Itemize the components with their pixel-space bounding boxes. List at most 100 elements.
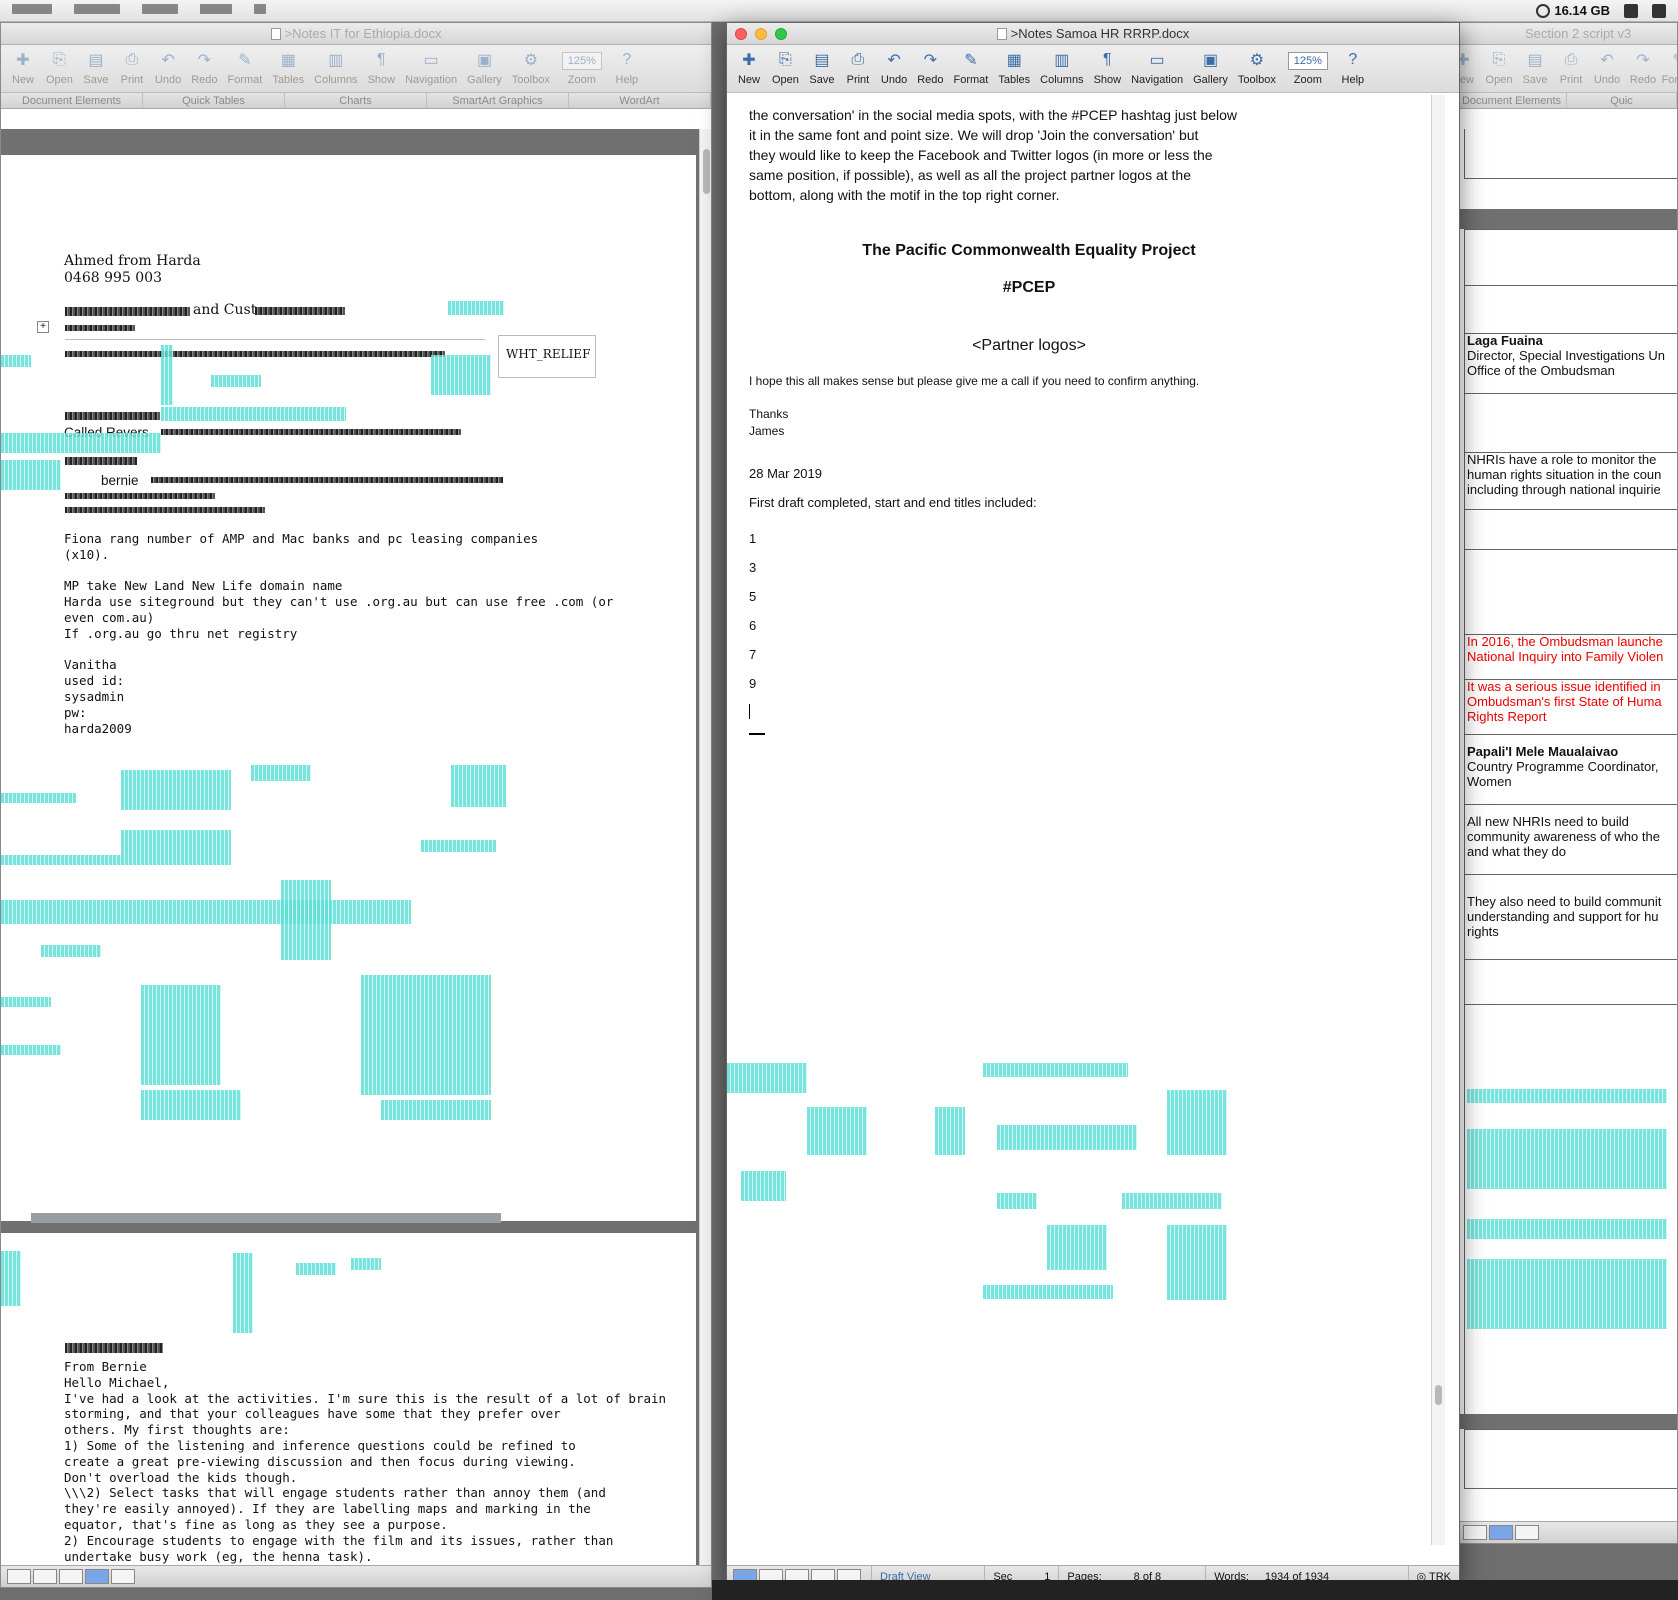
table-cell[interactable]: All new NHRIs need to build community awa… — [1467, 814, 1677, 859]
glitch-block — [1047, 1225, 1107, 1270]
toolbar-new-button[interactable]: ✚ New — [10, 49, 36, 86]
format-icon: ✎ — [238, 52, 252, 69]
toolbar-show-button[interactable]: ¶ Show — [368, 49, 396, 86]
toolbar-help-button[interactable]: ? Help — [1340, 49, 1366, 86]
ribbon-tab[interactable]: Charts — [285, 93, 427, 108]
ribbon-tab[interactable]: Document Elements — [1, 93, 143, 108]
toolbar-toolbox-button[interactable]: ⚙ Toolbox — [1238, 49, 1276, 86]
toolbar-help-button[interactable]: ? Help — [614, 49, 640, 86]
menu-item-blurred[interactable] — [254, 4, 266, 14]
zoom-select[interactable]: 125% — [561, 52, 602, 70]
table-cell[interactable]: It was a serious issue identified in Ombu… — [1467, 679, 1677, 724]
draft-view-icon[interactable] — [7, 1569, 31, 1584]
toolbar-gallery-button[interactable]: ▣ Gallery — [1193, 49, 1228, 86]
right-window-ribbon: Document Elements Quic — [1457, 93, 1677, 109]
toolbar-redo-button[interactable]: ↷ Redo — [917, 49, 943, 86]
right-page-top — [1457, 129, 1677, 209]
ribbon-tab[interactable]: Quic — [1567, 93, 1677, 108]
zoom-button[interactable] — [775, 28, 787, 40]
middle-window-titlebar[interactable]: >Notes Samoa HR RRRP.docx — [727, 23, 1459, 45]
glitch-block — [141, 1090, 241, 1120]
toolbar-undo-button[interactable]: ↶ Undo — [1594, 49, 1620, 86]
toolbar-redo-button[interactable]: ↷ Redo — [191, 49, 217, 86]
middle-window-toolbar: ✚ New ⎘ Open ▤ Save ⎙ Print ↶ Undo ↷ Redo ✎ Format ▦ Ta… — [727, 45, 1459, 93]
print-icon: ⎙ — [125, 51, 139, 68]
middle-document-body[interactable]: the conversation' in the social media sp… — [727, 95, 1445, 1545]
menu-item-blurred[interactable] — [142, 4, 178, 14]
left-scrollbar[interactable] — [699, 129, 711, 1567]
toolbar-new-button[interactable]: ✚ New — [736, 49, 762, 86]
status-icon[interactable] — [1624, 3, 1638, 18]
right-window-titlebar[interactable]: Section 2 script v3 — [1457, 23, 1677, 45]
storage-readout: 16.14 GB — [1554, 3, 1610, 18]
toolbar-toolbox-button[interactable]: ⚙ Toolbox — [512, 49, 550, 86]
menu-item-blurred[interactable] — [12, 4, 52, 14]
toolbar-label: Redo — [1629, 74, 1657, 86]
toolbar-zoom-button[interactable]: 125% Zoom — [560, 49, 604, 86]
toolbar-navigation-button[interactable]: ▭ Navigation — [1131, 49, 1183, 86]
toolbar-save-button[interactable]: ▤ Save — [83, 49, 109, 86]
publishing-view-icon[interactable] — [1515, 1525, 1539, 1540]
toolbar-open-button[interactable]: ⎘ Open — [46, 49, 73, 86]
toolbar-navigation-button[interactable]: ▭ Navigation — [405, 49, 457, 86]
toolbar-redo-button[interactable]: ↷ Redo — [1630, 49, 1656, 86]
left-canvas: Ahmed from Harda 0468 995 003 and Cust +… — [1, 129, 711, 1587]
table-cell[interactable]: Laga Fuaina Director, Special Investigati… — [1467, 333, 1677, 378]
toolbar-save-button[interactable]: ▤ Save — [1522, 49, 1548, 86]
toolbar-print-button[interactable]: ⎙ Print — [119, 49, 145, 86]
table-cell[interactable]: They also need to build communit understa… — [1467, 894, 1677, 939]
menu-item-blurred[interactable] — [200, 4, 232, 14]
table-handle-icon[interactable]: + — [37, 321, 49, 333]
middle-scroll-thumb[interactable] — [1435, 1385, 1442, 1405]
disk-icon[interactable] — [1536, 3, 1551, 18]
table-cell[interactable]: Papali'I Mele Maualaivao Country Programm… — [1467, 744, 1677, 789]
close-button[interactable] — [735, 28, 747, 40]
table-cell[interactable]: In 2016, the Ombudsman launche National I… — [1467, 634, 1677, 664]
open-icon: ⎘ — [779, 51, 792, 68]
middle-scrollbar[interactable] — [1431, 95, 1445, 1545]
toolbar-save-button[interactable]: ▤ Save — [809, 49, 835, 86]
toolbar-gallery-button[interactable]: ▣ Gallery — [467, 49, 502, 86]
toolbar-print-button[interactable]: ⎙ Print — [845, 49, 871, 86]
toolbar-format-button[interactable]: ✎ Format — [228, 49, 263, 86]
toolbar-zoom-button[interactable]: 125% Zoom — [1286, 49, 1330, 86]
outline-view-icon[interactable] — [33, 1569, 57, 1584]
toolbar-columns-button[interactable]: ▥ Columns — [314, 49, 357, 86]
minimize-button[interactable] — [755, 28, 767, 40]
scene-number: 6 — [749, 618, 757, 633]
outline-view-icon[interactable] — [1489, 1525, 1513, 1540]
right-view-switcher[interactable] — [1463, 1525, 1539, 1540]
toolbar-label: New — [11, 74, 34, 86]
toolbar-undo-button[interactable]: ↶ Undo — [155, 49, 181, 86]
toolbar-open-button[interactable]: ⎘ Open — [1486, 49, 1513, 86]
ribbon-tab[interactable]: SmartArt Graphics — [427, 93, 569, 108]
toolbar-label: Open — [772, 74, 799, 86]
toolbar-columns-button[interactable]: ▥ Columns — [1040, 49, 1083, 86]
draft-view-icon[interactable] — [1463, 1525, 1487, 1540]
zoom-select[interactable]: 125% — [1287, 52, 1328, 70]
open-icon: ⎘ — [53, 51, 66, 68]
left-scroll-thumb[interactable] — [703, 149, 710, 194]
ribbon-tab[interactable]: Document Elements — [1457, 93, 1567, 108]
toolbar-show-button[interactable]: ¶ Show — [1094, 49, 1122, 86]
hashtag-heading: #PCEP — [1002, 279, 1056, 296]
notebook-view-icon[interactable] — [111, 1569, 135, 1584]
toolbar-tables-button[interactable]: ▦ Tables — [272, 49, 304, 86]
print-layout-icon[interactable] — [85, 1569, 109, 1584]
toolbar-format-button[interactable]: ✎ Format — [1662, 49, 1677, 86]
status-icon[interactable] — [1652, 3, 1666, 18]
wht-relief-box[interactable]: WHT_RELIEF — [498, 335, 596, 378]
toolbar-tables-button[interactable]: ▦ Tables — [998, 49, 1030, 86]
left-view-switcher[interactable] — [7, 1569, 135, 1584]
left-window-titlebar[interactable]: >Notes IT for Ethiopia.docx — [1, 23, 711, 45]
table-cell[interactable]: NHRIs have a role to monitor the human ri… — [1467, 452, 1677, 497]
toolbar-open-button[interactable]: ⎘ Open — [772, 49, 799, 86]
menu-item-blurred[interactable] — [74, 4, 120, 14]
ribbon-tab[interactable]: Quick Tables — [143, 93, 285, 108]
toolbar-format-button[interactable]: ✎ Format — [954, 49, 989, 86]
toolbar-undo-button[interactable]: ↶ Undo — [881, 49, 907, 86]
ribbon-tab[interactable]: WordArt — [569, 93, 711, 108]
notes-line: Harda use siteground but they can't use … — [64, 594, 614, 610]
toolbar-print-button[interactable]: ⎙ Print — [1558, 49, 1584, 86]
publishing-view-icon[interactable] — [59, 1569, 83, 1584]
